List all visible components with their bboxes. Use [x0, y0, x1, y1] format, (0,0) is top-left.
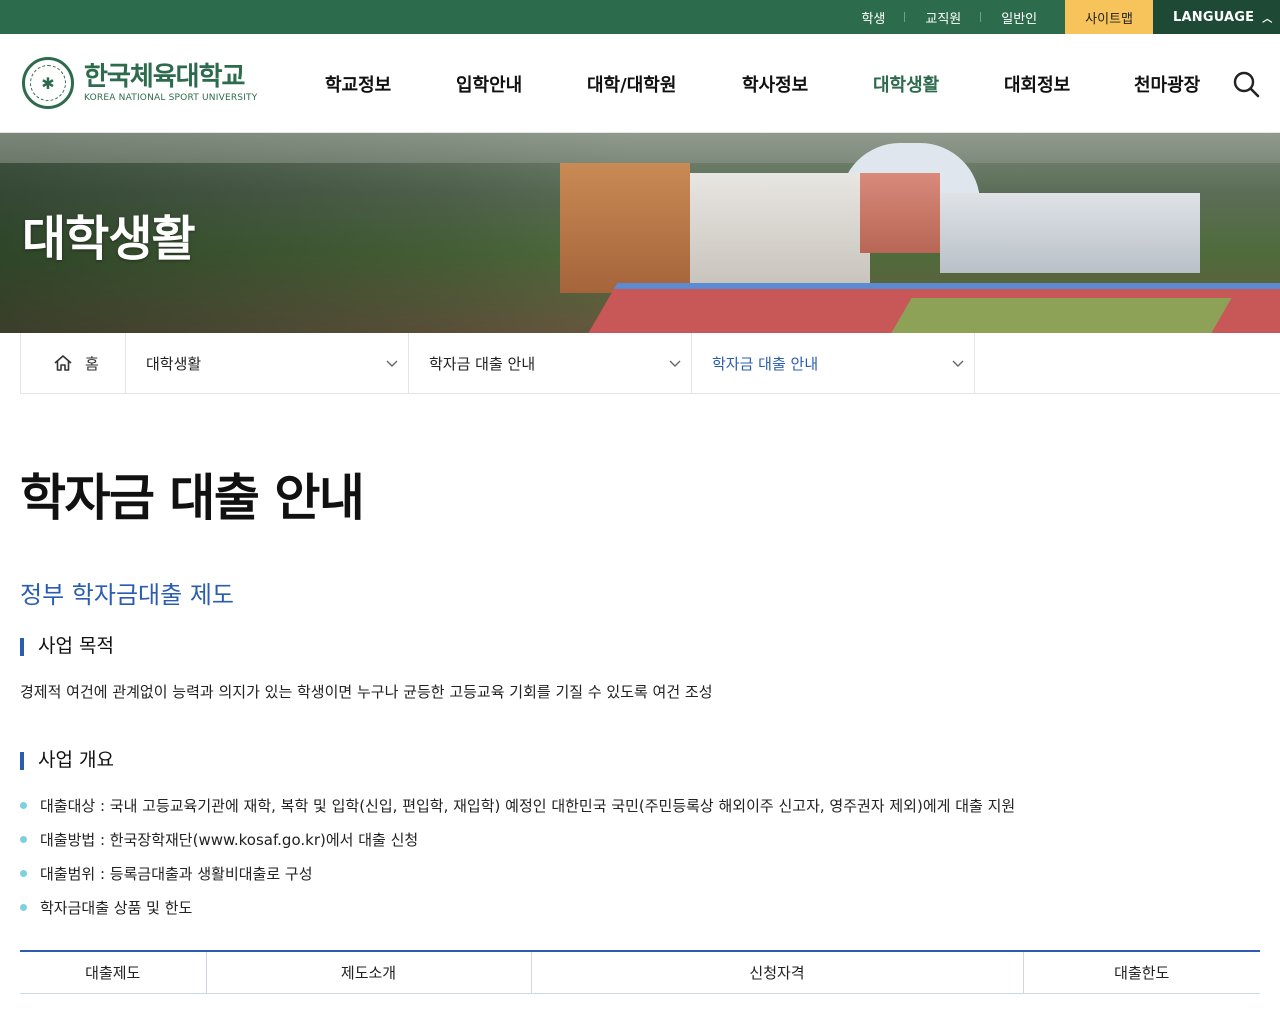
- nav-item-campus-life[interactable]: 대학생활: [873, 71, 939, 97]
- list-item: 대출대상 : 국내 고등교육기관에 재학, 복학 및 입학(신입, 편입학, 재…: [20, 796, 1260, 830]
- nav-item-academics[interactable]: 학사정보: [742, 71, 808, 97]
- list-item: 대출방법 : 한국장학재단(www.kosaf.go.kr)에서 대출 신청: [20, 830, 1260, 864]
- hero-banner: 대학생활: [0, 133, 1280, 333]
- logo-name-ko: 한국체육대학교: [84, 62, 245, 92]
- table-header-cell: 대출한도: [1023, 951, 1260, 994]
- search-button[interactable]: [1232, 70, 1260, 98]
- emblem-icon: ✱: [22, 57, 74, 109]
- hero-building: [690, 173, 870, 283]
- nav-item-admission[interactable]: 입학안내: [456, 71, 522, 97]
- search-icon: [1233, 71, 1260, 98]
- util-link-staff[interactable]: 교직원: [905, 0, 982, 34]
- nav-item-colleges[interactable]: 대학/대학원: [587, 71, 676, 97]
- util-link-student[interactable]: 학생: [841, 0, 906, 34]
- section-heading-purpose: 사업 목적: [20, 634, 1260, 658]
- util-link-public[interactable]: 일반인: [981, 0, 1057, 34]
- section-subtitle: 정부 학자금대출 제도: [20, 581, 234, 609]
- site-header: ✱ 한국체육대학교 KOREA NATIONAL SPORT UNIVERSIT…: [0, 34, 1280, 133]
- chevron-down-icon: [952, 360, 964, 367]
- table-header-row: 대출제도 제도소개 신청자격 대출한도: [20, 951, 1260, 994]
- purpose-text: 경제적 여건에 관계없이 능력과 의지가 있는 학생이면 누구나 균등한 고등교…: [20, 683, 713, 701]
- chevron-up-icon: ︿: [1262, 13, 1273, 25]
- overview-list: 대출대상 : 국내 고등교육기관에 재학, 복학 및 입학(신입, 편입학, 재…: [20, 796, 1260, 932]
- list-item: 학자금대출 상품 및 한도: [20, 898, 1260, 932]
- utility-bar: 학생 교직원 일반인 사이트맵 LANGUAGE ︿: [0, 0, 1280, 34]
- breadcrumb-level2-label: 학자금 대출 안내: [429, 354, 536, 373]
- breadcrumb-home-label: 홈: [85, 354, 99, 373]
- table-header-cell: 대출제도: [20, 951, 207, 994]
- breadcrumb-home[interactable]: 홈: [20, 333, 126, 393]
- breadcrumb-level3-label: 학자금 대출 안내: [712, 354, 819, 373]
- list-item: 대출범위 : 등록금대출과 생활비대출로 구성: [20, 864, 1260, 898]
- logo-name-en: KOREA NATIONAL SPORT UNIVERSITY: [84, 93, 258, 103]
- breadcrumb-level3-dropdown[interactable]: 학자금 대출 안내: [692, 333, 975, 393]
- hero-sky: [0, 133, 1280, 163]
- section-heading-overview: 사업 개요: [20, 748, 1260, 772]
- table-header-cell: 제도소개: [206, 951, 532, 994]
- hero-field: [888, 298, 1232, 333]
- nav-item-competitions[interactable]: 대회정보: [1004, 71, 1070, 97]
- language-label: LANGUAGE: [1173, 9, 1255, 25]
- sitemap-button[interactable]: 사이트맵: [1065, 0, 1153, 34]
- nav-item-school-info[interactable]: 학교정보: [325, 71, 391, 97]
- breadcrumb-level1-dropdown[interactable]: 대학생활: [126, 333, 409, 393]
- university-logo[interactable]: ✱ 한국체육대학교 KOREA NATIONAL SPORT UNIVERSIT…: [22, 57, 322, 109]
- page-title: 학자금 대출 안내: [20, 469, 365, 527]
- hero-building: [860, 173, 940, 253]
- chevron-down-icon: [669, 360, 681, 367]
- chevron-down-icon: [386, 360, 398, 367]
- hero-building: [560, 163, 690, 293]
- hero-building: [940, 193, 1200, 273]
- nav-item-plaza[interactable]: 천마광장: [1134, 71, 1200, 97]
- breadcrumb: 홈 대학생활 학자금 대출 안내 학자금 대출 안내: [20, 333, 1280, 394]
- breadcrumb-level1-label: 대학생활: [146, 354, 202, 373]
- table-header-cell: 신청자격: [531, 951, 1024, 994]
- hero-title: 대학생활: [22, 211, 196, 267]
- main-content: 학자금 대출 안내 정부 학자금대출 제도 사업 목적 경제적 여건에 관계없이…: [0, 468, 1280, 994]
- language-button[interactable]: LANGUAGE ︿: [1153, 0, 1280, 34]
- breadcrumb-level2-dropdown[interactable]: 학자금 대출 안내: [409, 333, 692, 393]
- home-icon: [54, 355, 72, 371]
- loan-table: 대출제도 제도소개 신청자격 대출한도: [20, 950, 1260, 994]
